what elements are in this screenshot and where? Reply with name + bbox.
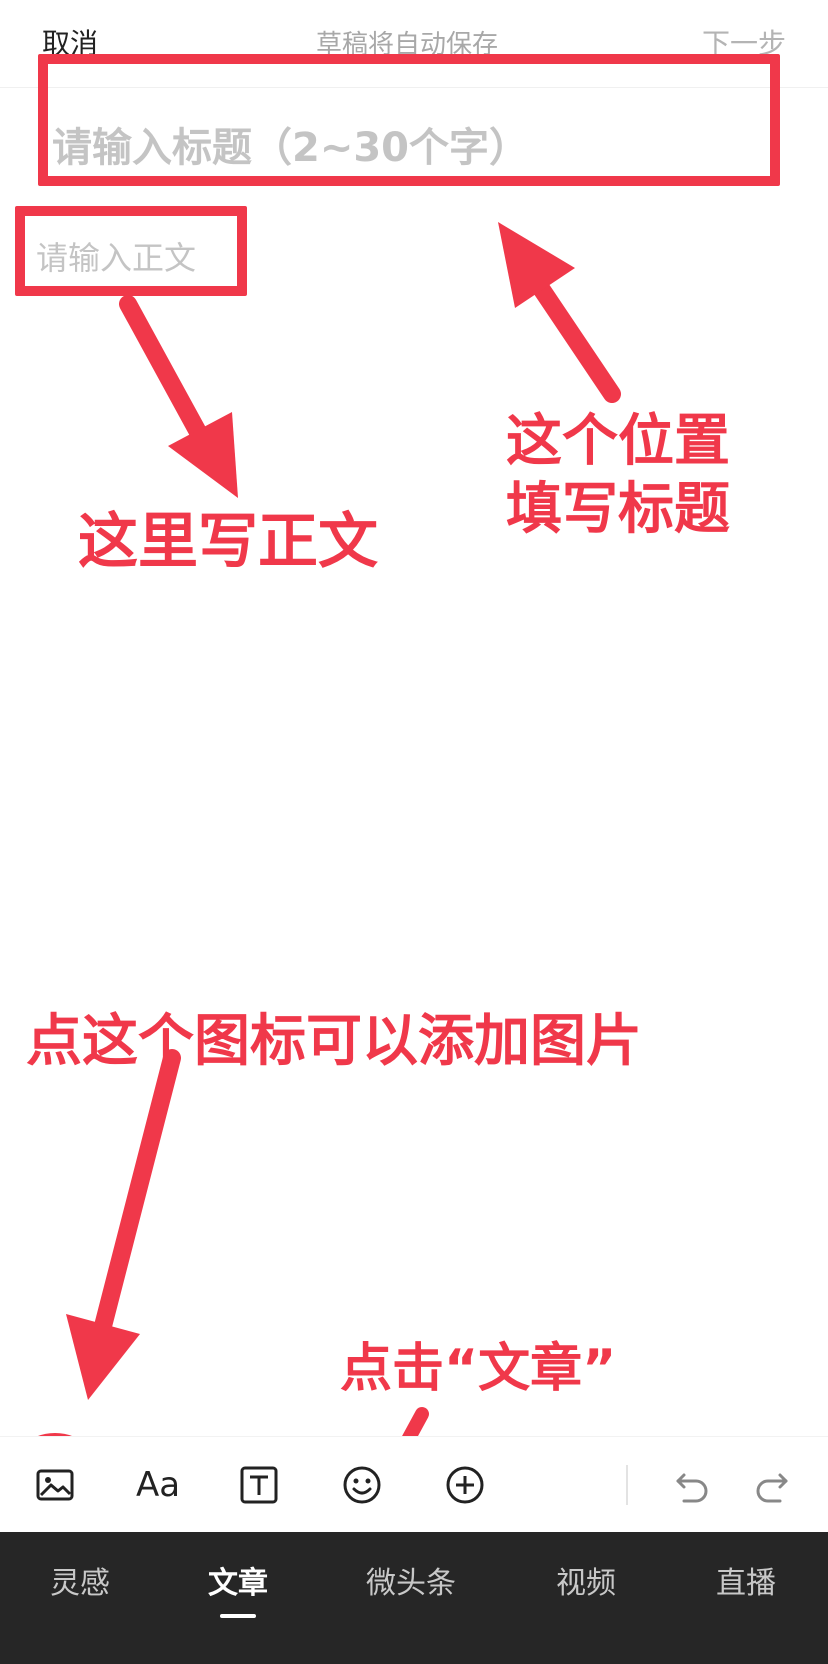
editor-toolbar: Aa [0,1436,828,1532]
title-input[interactable] [52,118,792,178]
image-hint-text: 点这个图标可以添加图片 [26,1009,642,1074]
tab-inspiration[interactable]: 灵感 [40,1562,120,1606]
plus-circle-icon [446,1466,484,1504]
active-tab-indicator [220,1614,256,1618]
font-size-tool-button[interactable]: Aa [130,1457,186,1513]
tab-video[interactable]: 视频 [546,1562,626,1606]
editor-screen: 取消 草稿将自动保存 下一步 请输入标题（2~30个字） 请输入正文 这个位置 … [0,0,828,1664]
undo-button[interactable] [664,1457,720,1513]
emoji-tool-button[interactable] [334,1457,390,1513]
undo-icon [676,1473,708,1503]
title-hint-line1: 这个位置 [506,409,730,474]
emoji-icon [343,1466,381,1504]
cancel-button[interactable]: 取消 [42,26,98,62]
article-hint-text: 点击“文章” [340,1339,617,1399]
image-tool-button[interactable] [27,1457,83,1513]
editor-header: 取消 草稿将自动保存 下一步 [0,0,828,88]
font-size-label: Aa [135,1465,181,1505]
image-icon [36,1469,74,1501]
tab-live[interactable]: 直播 [706,1562,786,1606]
arrow-to-body-hint [119,295,238,498]
body-input[interactable] [36,236,776,290]
body-hint-text: 这里写正文 [78,507,378,577]
tab-micro-headline[interactable]: 微头条 [356,1562,466,1606]
text-box-icon [240,1466,278,1504]
text-box-tool-button[interactable] [231,1457,287,1513]
next-step-button[interactable]: 下一步 [702,26,786,62]
redo-button[interactable] [744,1457,800,1513]
tab-article[interactable]: 文章 [198,1562,278,1606]
toolbar-divider [626,1465,628,1505]
title-hint-line2: 填写标题 [506,477,730,542]
title-hint-text: 这个位置 填写标题 [506,408,730,544]
insert-more-tool-button[interactable] [437,1457,493,1513]
autosave-status: 草稿将自动保存 [316,30,499,60]
arrow-to-image-tool [66,1049,181,1400]
bottom-nav: 灵感 文章 微头条 视频 直播 [0,1532,828,1664]
font-size-icon: Aa [136,1465,180,1505]
redo-icon [756,1473,788,1503]
